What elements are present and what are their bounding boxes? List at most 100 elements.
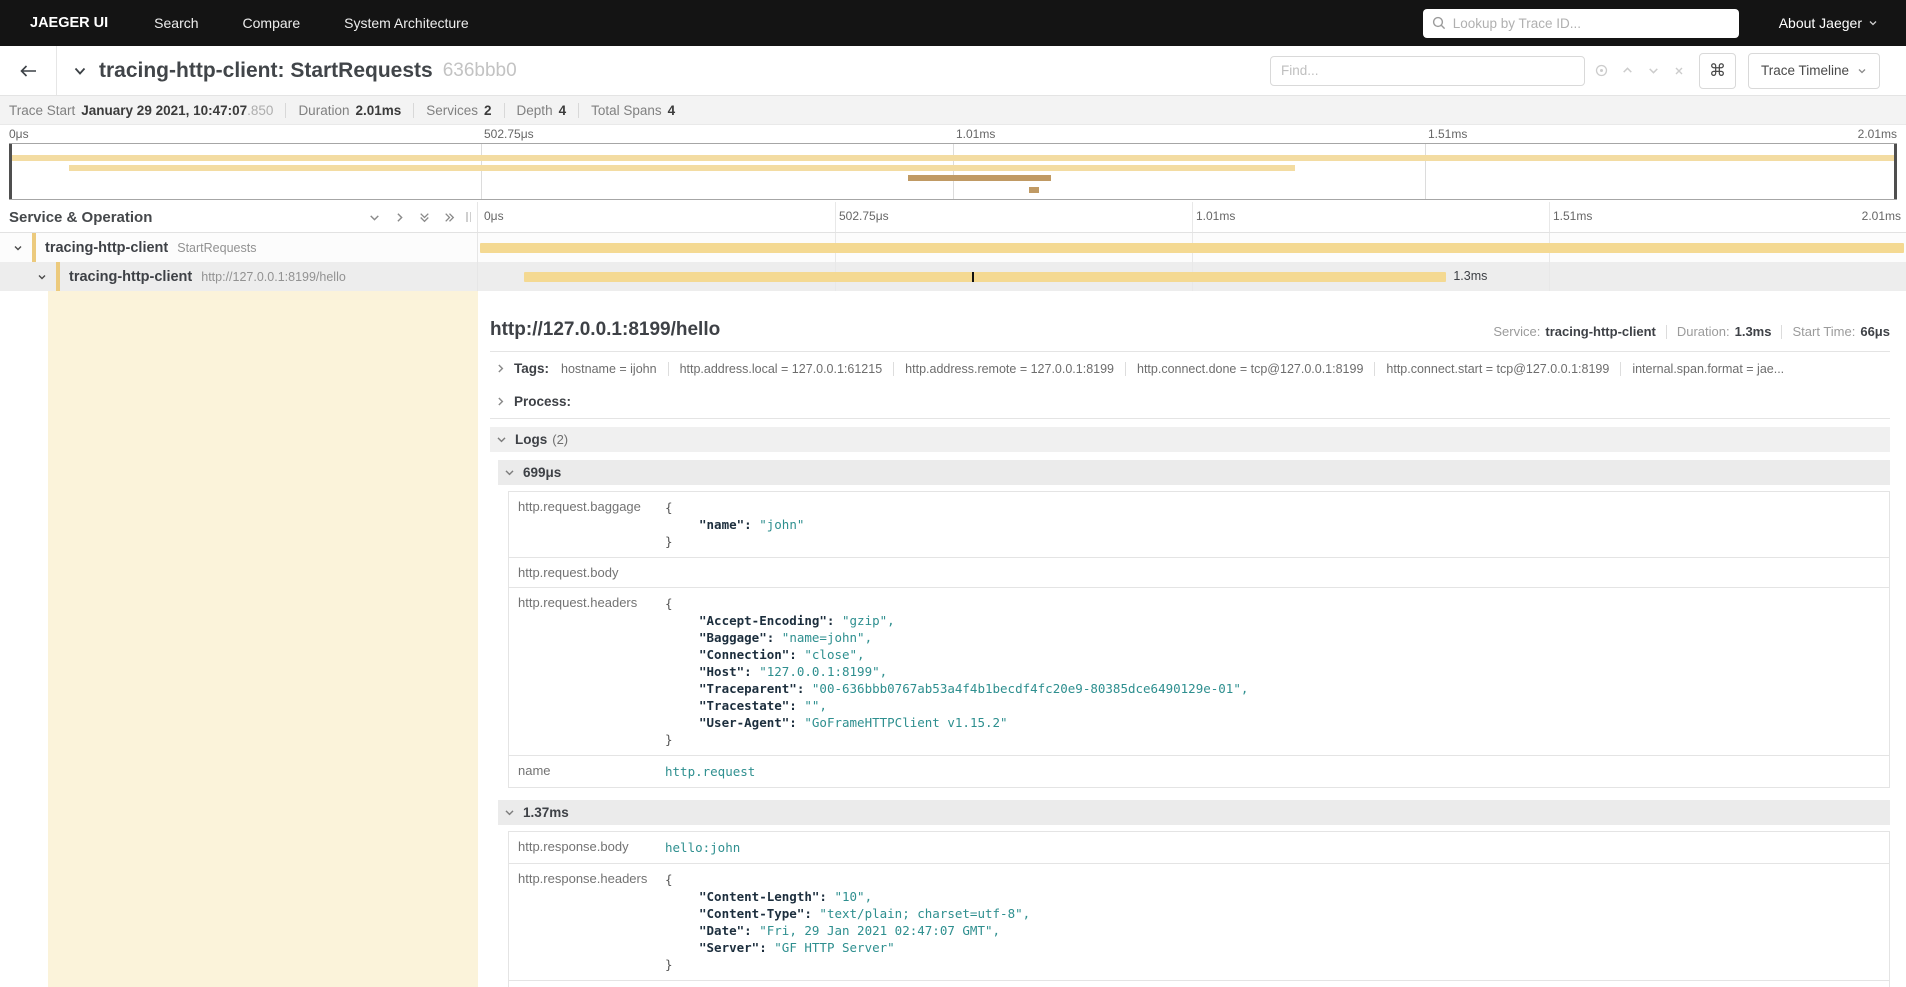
log-field-row: http.request.headers { "Accept-Encoding"… [509, 588, 1889, 756]
nav-item-search[interactable]: Search [154, 15, 198, 31]
span-color-bar [32, 233, 36, 262]
log-field-row: http.response.headers { "Content-Length"… [509, 864, 1889, 981]
field-key: http.request.body [509, 558, 659, 587]
service-value: tracing-http-client [1545, 324, 1656, 339]
tag: http.connect.start = tcp@127.0.0.1:8199 [1386, 362, 1609, 376]
expand-all-icon[interactable] [443, 211, 456, 224]
log-field-row: name http.request [509, 756, 1889, 787]
log-timestamp: 1.37ms [523, 805, 569, 820]
chevron-right-icon [495, 396, 506, 407]
column-resize-handle[interactable] [466, 212, 471, 222]
back-button[interactable] [0, 46, 57, 95]
collapse-all-icon[interactable] [418, 211, 431, 224]
field-key: http.request.headers [509, 588, 659, 755]
log-marker[interactable] [972, 272, 974, 282]
service-name: tracing-http-client [69, 269, 192, 285]
span-duration-bar[interactable] [480, 243, 1904, 253]
process-toggle-row[interactable]: Process: [490, 385, 1890, 419]
jaeger-trace-page: JAEGER UI Search Compare System Architec… [0, 0, 1906, 987]
find-input[interactable] [1270, 56, 1585, 86]
operation-name: http://127.0.0.1:8199/hello [201, 270, 346, 284]
trace-header: tracing-http-client: StartRequests 636bb… [0, 46, 1906, 96]
field-value: { "name": "john" } [659, 492, 1889, 557]
span-detail-panel: http://127.0.0.1:8199/hello Service: tra… [0, 291, 1906, 987]
trace-collapse-toggle[interactable] [71, 63, 89, 79]
field-key: name [509, 756, 659, 787]
depth-value: 4 [559, 103, 567, 118]
span-indent-column [48, 291, 478, 987]
log-field-row: http.response.body hello:john [509, 832, 1889, 864]
match-highlight-icon[interactable] [1595, 64, 1608, 77]
tag: http.connect.done = tcp@127.0.0.1:8199 [1137, 362, 1363, 376]
chevron-down-icon [504, 467, 515, 478]
nav-brand[interactable]: JAEGER UI [30, 15, 108, 31]
tag: internal.span.format = jae... [1632, 362, 1784, 376]
field-key: http.response.body [509, 832, 659, 863]
log-entry-header[interactable]: 699μs [498, 460, 1890, 485]
about-jaeger-menu[interactable]: About Jaeger [1779, 15, 1878, 31]
total-spans-label: Total Spans [591, 103, 662, 118]
tag: http.address.remote = 127.0.0.1:8199 [905, 362, 1114, 376]
chevron-down-icon [1857, 66, 1867, 76]
log-field-row: http.request.baggage { "name": "john" } [509, 492, 1889, 558]
field-value: http.request [659, 756, 1889, 787]
minimap-tick: 1.51ms [1425, 127, 1467, 141]
tags-toggle-row[interactable]: Tags: hostname = ijohn http.address.loca… [490, 352, 1890, 385]
find-next-button[interactable] [1647, 64, 1660, 77]
log-fields-table: http.request.baggage { "name": "john" } … [508, 491, 1890, 788]
tags-summary: hostname = ijohn http.address.local = 12… [561, 362, 1784, 376]
logs-count: (2) [552, 432, 568, 447]
duration-value: 1.3ms [1735, 324, 1772, 339]
minimap-scrubber-right[interactable] [1894, 144, 1897, 199]
trace-minimap[interactable]: 0μs 502.75μs 1.01ms 1.51ms 2.01ms [0, 125, 1906, 202]
services-value: 2 [484, 103, 492, 118]
service-operation-header: Service & Operation [0, 202, 478, 232]
minimap-span-bar [69, 165, 1294, 171]
minimap-span-bar [11, 155, 1895, 161]
span-detail-header: http://127.0.0.1:8199/hello Service: tra… [490, 291, 1890, 352]
tag: http.address.local = 127.0.0.1:61215 [680, 362, 883, 376]
minimap-scrubber-left[interactable] [9, 144, 12, 199]
log-fields-table: http.response.body hello:john http.respo… [508, 831, 1890, 987]
trace-id-lookup-input[interactable] [1453, 16, 1730, 31]
span-rows: tracing-http-client StartRequests tracin… [0, 233, 1906, 291]
trace-view-select[interactable]: Trace Timeline [1748, 53, 1880, 89]
field-key: name [509, 981, 659, 987]
chevron-down-icon [496, 434, 507, 445]
trace-start-value: January 29 2021, 10:47:07.850 [81, 103, 273, 118]
trace-summary-bar: Trace Start January 29 2021, 10:47:07.85… [0, 96, 1906, 125]
minimap-span-bar [1029, 187, 1039, 193]
logs-section-header[interactable]: Logs (2) [490, 427, 1890, 452]
service-name: tracing-http-client [45, 240, 168, 256]
command-icon: ⌘ [1709, 61, 1726, 81]
field-value: hello:john [659, 832, 1889, 863]
trace-id-short: 636bbb0 [443, 60, 517, 82]
span-row-http-hello[interactable]: tracing-http-client http://127.0.0.1:819… [0, 262, 1906, 291]
find-prev-button[interactable] [1621, 64, 1634, 77]
span-color-bar [56, 262, 60, 291]
chevron-down-icon[interactable] [36, 271, 48, 283]
row-gridline [1549, 262, 1550, 291]
minimap-canvas[interactable] [9, 143, 1897, 200]
find-clear-button[interactable] [1673, 65, 1685, 77]
log-field-row: http.request.body [509, 558, 1889, 588]
span-row-startrequests[interactable]: tracing-http-client StartRequests [0, 233, 1906, 262]
chevron-down-icon[interactable] [12, 242, 24, 254]
log-entry-header[interactable]: 1.37ms [498, 800, 1890, 825]
nav-item-system-architecture[interactable]: System Architecture [344, 15, 469, 31]
chevron-down-icon [1868, 18, 1878, 28]
arrow-left-icon [20, 64, 37, 78]
chevron-down-icon [71, 63, 89, 79]
nav-item-compare[interactable]: Compare [243, 15, 301, 31]
minimap-span-bar [908, 175, 1051, 181]
start-time-label: Start Time: [1792, 324, 1855, 339]
trace-start-label: Trace Start [9, 103, 75, 118]
span-duration-bar[interactable] [524, 272, 1446, 282]
collapse-one-icon[interactable] [368, 211, 381, 224]
timeline-tick: 1.51ms [1549, 209, 1592, 223]
expand-one-icon[interactable] [393, 211, 406, 224]
field-value [659, 558, 1889, 587]
span-duration-label: 1.3ms [1453, 269, 1487, 283]
keyboard-shortcuts-button[interactable]: ⌘ [1699, 53, 1736, 89]
trace-id-lookup[interactable] [1423, 9, 1739, 38]
